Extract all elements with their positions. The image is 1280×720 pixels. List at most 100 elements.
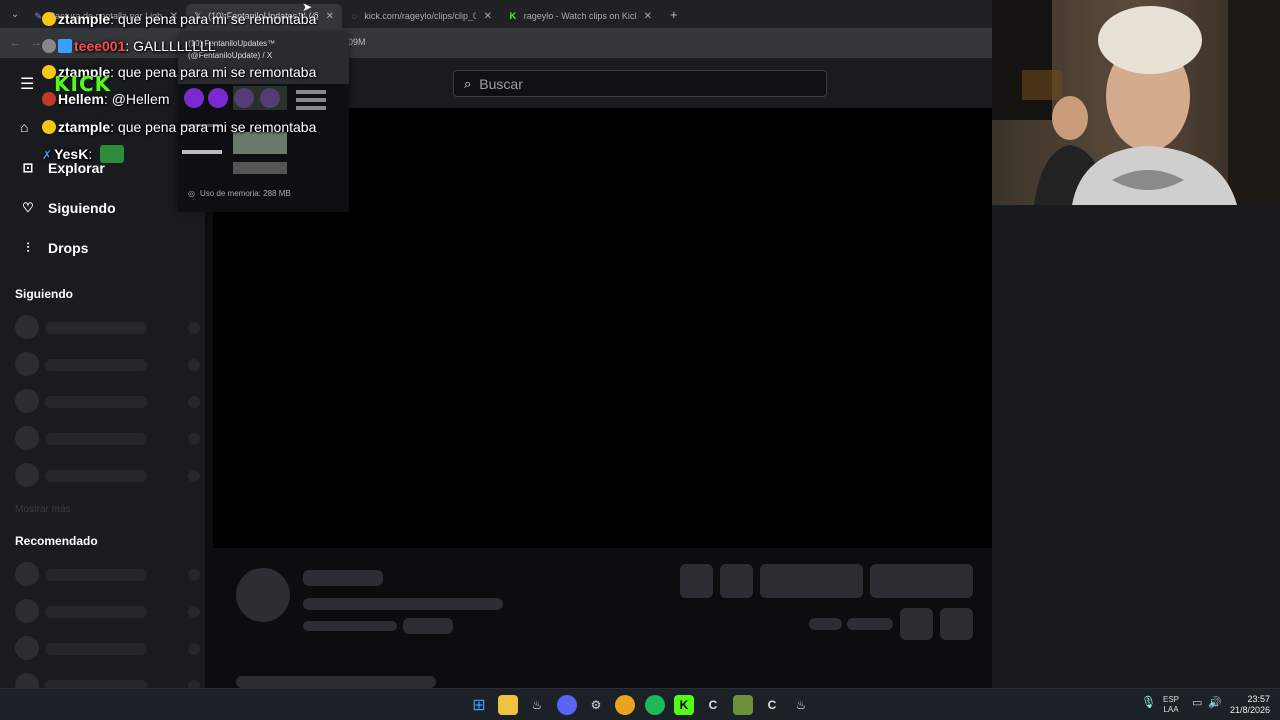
chat-text: : GALLLLLLLL — [125, 38, 216, 54]
chat-username: YesK — [54, 146, 89, 162]
file-explorer-icon[interactable] — [498, 695, 518, 715]
skeleton-row — [15, 562, 200, 586]
chat-text: : — [88, 146, 93, 162]
skeleton-row — [15, 636, 200, 660]
home-icon[interactable]: ⌂ — [20, 119, 28, 135]
app-c-icon[interactable]: C — [762, 695, 782, 715]
chat-message: ztample: que pena para mi se remontaba — [42, 119, 316, 135]
sidebar-item-label: Drops — [48, 240, 89, 256]
skeleton-bar — [236, 676, 436, 688]
clip-info-skeleton — [213, 548, 995, 688]
sword-badge-icon: ✗ — [42, 148, 53, 162]
app-icon[interactable]: ⚙ — [586, 695, 606, 715]
kick-app-icon[interactable]: K — [674, 695, 694, 715]
memory-usage: ◎ Uso de memoria: 288 MB — [188, 189, 291, 198]
skeleton-bar — [847, 618, 893, 630]
compass-icon: ⊡ — [22, 160, 34, 175]
search-placeholder: Buscar — [479, 75, 523, 92]
avatar-skeleton — [236, 568, 290, 622]
chat-text: : @Hellem — [103, 91, 170, 107]
emoji-icon — [42, 92, 56, 106]
new-tab-button[interactable]: + — [670, 7, 678, 22]
language-indicator[interactable]: ESP LAA — [1163, 695, 1179, 715]
chat-text: : que pena para mi se remontaba — [110, 119, 317, 135]
forward-arrow-icon[interactable]: → — [31, 37, 42, 49]
sidebar: ⊡ Explorar ♡ Siguiendo ⫶ Drops Siguiendo… — [0, 108, 205, 697]
skeleton-row — [15, 315, 200, 339]
tab-title: kick.com/rageylo/clips/clip_01K... — [364, 11, 476, 21]
back-arrow-icon[interactable]: ← — [10, 37, 21, 49]
tab-title: rageylo - Watch clips on Kick — [523, 11, 636, 21]
taskbar: ⊞ ♨ ⚙ K C C ♨ 🎙 ESP LAA ▭ 🔊 23:57 21/8/2… — [0, 688, 1280, 720]
webcam-image — [992, 0, 1280, 205]
search-input[interactable]: ⌕ Buscar — [453, 70, 827, 97]
sidebar-item-label: Siguiendo — [48, 200, 116, 216]
kick-icon: K — [509, 11, 517, 21]
spotify-icon[interactable] — [645, 695, 665, 715]
skeleton-button — [680, 564, 713, 598]
close-icon[interactable]: ✕ — [484, 11, 492, 22]
address-bar-text[interactable]: 09M — [348, 37, 366, 47]
emote-icon — [100, 145, 125, 163]
skeleton-row — [15, 352, 200, 376]
chat-message: ✗ YesK: — [42, 145, 125, 163]
steam-icon[interactable]: ♨ — [791, 695, 811, 715]
skeleton-bar — [403, 618, 453, 634]
sidebar-item-drops[interactable]: ⫶ Drops — [20, 240, 88, 256]
close-icon[interactable]: ✕ — [326, 11, 334, 22]
chat-message: Hellem: @Hellem — [42, 91, 169, 107]
mouse-cursor: ➤ — [302, 0, 313, 14]
skeleton-button — [870, 564, 973, 598]
clock-date: 21/8/2026 — [1229, 705, 1270, 715]
heart-icon: ♡ — [22, 200, 34, 215]
chat-message: teee001: GALLLLLLLL — [42, 38, 216, 54]
chat-message: ztample: que pena para mi se remontaba — [42, 11, 316, 27]
search-icon: ⌕ — [464, 75, 472, 91]
language-text: ESP — [1163, 695, 1180, 704]
skeleton-button — [760, 564, 863, 598]
badge-icon — [42, 39, 56, 53]
network-icon[interactable]: ▭ — [1192, 698, 1202, 709]
clock[interactable]: 23:57 21/8/2026 — [1230, 694, 1270, 716]
skeleton-button — [940, 608, 973, 640]
chat-text: : que pena para mi se remontaba — [110, 11, 317, 27]
skeleton-button — [900, 608, 933, 640]
chat-username: teee001 — [74, 38, 126, 54]
tab-search-button[interactable]: ⌄ — [4, 3, 26, 25]
skeleton-row — [15, 389, 200, 413]
close-icon[interactable]: ✕ — [644, 11, 652, 22]
skeleton-row — [15, 599, 200, 623]
screen: ⌄ ✎ Captura de pantalla por Lightshot ✕ … — [0, 0, 1280, 720]
right-empty-area — [992, 205, 1280, 688]
sidebar-item-following[interactable]: ♡ Siguiendo — [20, 200, 116, 216]
skeleton-row — [15, 463, 200, 487]
globe-icon: ◌ — [351, 11, 357, 21]
microphone-icon[interactable]: 🎙 — [1141, 696, 1156, 708]
show-more-link[interactable]: Mostrar más — [15, 504, 71, 515]
discord-icon[interactable] — [557, 695, 577, 715]
clock-time: 23:57 — [1247, 694, 1270, 704]
skeleton-bar — [303, 621, 397, 631]
browser-tab-kick[interactable]: K rageylo - Watch clips on Kick ✕ — [500, 4, 660, 28]
minecraft-icon[interactable] — [733, 695, 753, 715]
skeleton-bar — [303, 598, 503, 610]
browser-tab-kick-clip[interactable]: ◌ kick.com/rageylo/clips/clip_01K... ✕ — [342, 4, 500, 28]
volume-icon[interactable]: 🔊 — [1208, 698, 1222, 709]
memory-text: Uso de memoria: 288 MB — [199, 189, 291, 198]
skeleton-button — [720, 564, 753, 598]
kick-page: ⌕ Buscar ⊡ Explorar ♡ Siguiendo ⫶ Drops … — [0, 58, 995, 697]
diamond-badge-icon — [58, 39, 72, 53]
chrome-icon[interactable] — [615, 695, 635, 715]
menu-icon[interactable]: ☰ — [20, 74, 34, 94]
chart-icon: ⫶ — [26, 240, 30, 255]
emoji-icon — [42, 120, 56, 134]
skeleton-bar — [303, 570, 383, 586]
chat-username: ztample — [58, 11, 111, 27]
section-title-following: Siguiendo — [15, 287, 73, 301]
section-title-recommended: Recomendado — [15, 534, 98, 548]
ccleaner-icon[interactable]: C — [703, 695, 723, 715]
steam-icon[interactable]: ♨ — [527, 695, 547, 715]
memory-icon: ◎ — [188, 189, 195, 198]
skeleton-bar — [809, 618, 842, 630]
windows-start-icon[interactable]: ⊞ — [469, 695, 489, 715]
